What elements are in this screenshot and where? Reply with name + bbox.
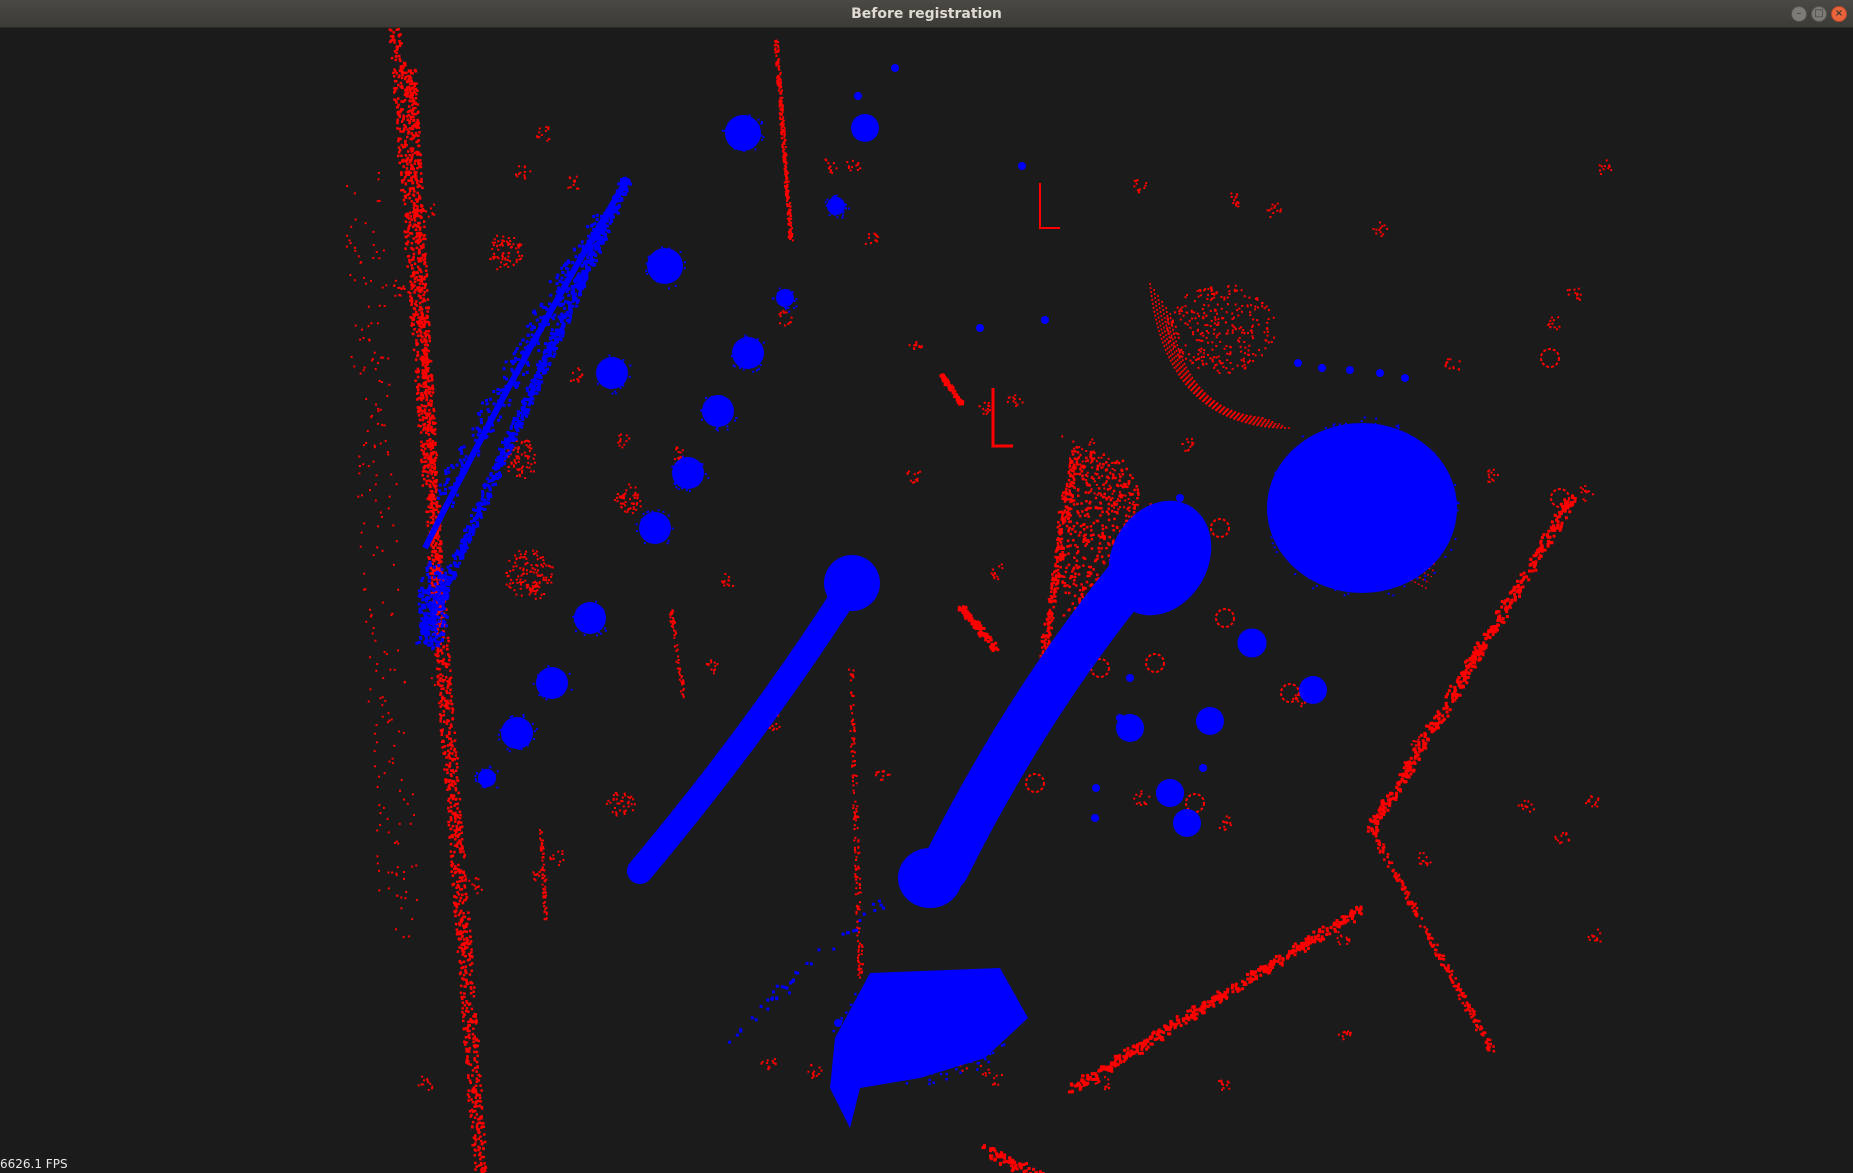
- point-cloud-canvas[interactable]: [0, 28, 1853, 1173]
- title-bar[interactable]: Before registration – □ ×: [0, 0, 1853, 28]
- fps-counter: 6626.1 FPS: [0, 1157, 68, 1171]
- app-window: Before registration – □ × 6626.1 FPS: [0, 0, 1853, 1173]
- close-icon[interactable]: ×: [1831, 6, 1847, 22]
- point-cloud-viewport[interactable]: 6626.1 FPS: [0, 28, 1853, 1173]
- window-title: Before registration: [851, 6, 1002, 22]
- minimize-icon[interactable]: –: [1791, 6, 1807, 22]
- source-point-cloud: [415, 64, 1460, 1128]
- maximize-icon[interactable]: □: [1811, 6, 1827, 22]
